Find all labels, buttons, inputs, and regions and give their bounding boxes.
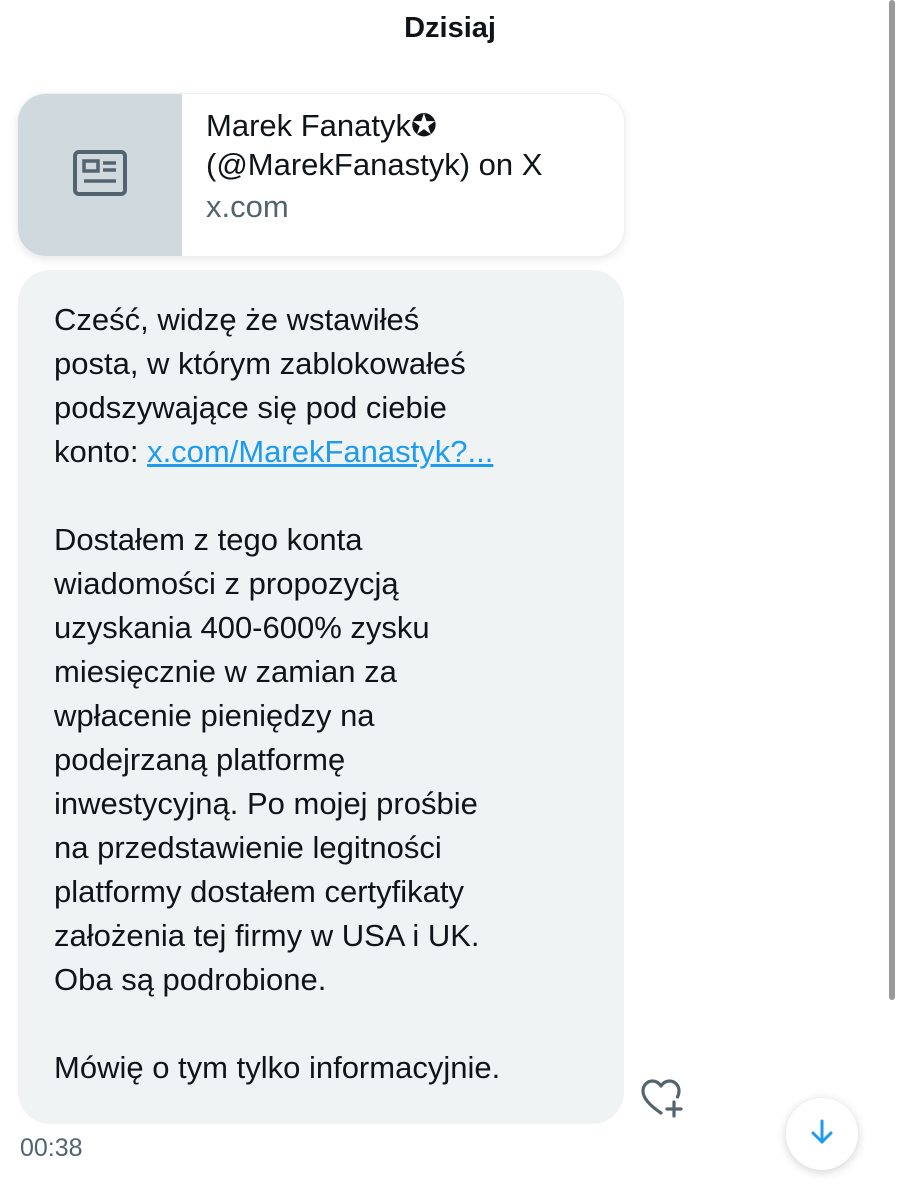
heart-plus-icon <box>641 1078 687 1124</box>
link-preview-text: Marek Fanatyk✪ (@MarekFanastyk) on X x.c… <box>182 94 542 256</box>
date-separator: Dzisiaj <box>404 12 496 44</box>
message-timestamp: 00:38 <box>20 1134 83 1162</box>
newspaper-icon <box>72 149 128 202</box>
scrollbar[interactable] <box>889 0 895 1000</box>
dm-conversation-screen: Dzisiaj Marek Fanatyk✪ (@MarekFanastyk) … <box>0 0 900 1200</box>
add-reaction-button[interactable] <box>640 1078 688 1124</box>
link-preview-thumbnail <box>18 94 182 256</box>
link-preview-card[interactable]: Marek Fanatyk✪ (@MarekFanastyk) on X x.c… <box>18 94 624 256</box>
scroll-to-bottom-button[interactable] <box>786 1098 858 1170</box>
message-link[interactable]: x.com/MarekFanastyk?... <box>147 434 493 469</box>
arrow-down-icon <box>809 1118 835 1151</box>
message-bubble[interactable]: Cześć, widzę że wstawiłeś posta, w który… <box>18 270 624 1124</box>
message-paragraph-3: Mówię o tym tylko informacyjnie. <box>54 1050 501 1085</box>
message-paragraph-1: Cześć, widzę że wstawiłeś posta, w który… <box>54 298 588 474</box>
link-preview-domain: x.com <box>206 189 289 224</box>
link-preview-title: Marek Fanatyk✪ (@MarekFanastyk) on X <box>206 108 543 182</box>
message-paragraph-2: Dostałem z tego konta wiadomości z propo… <box>54 522 480 997</box>
